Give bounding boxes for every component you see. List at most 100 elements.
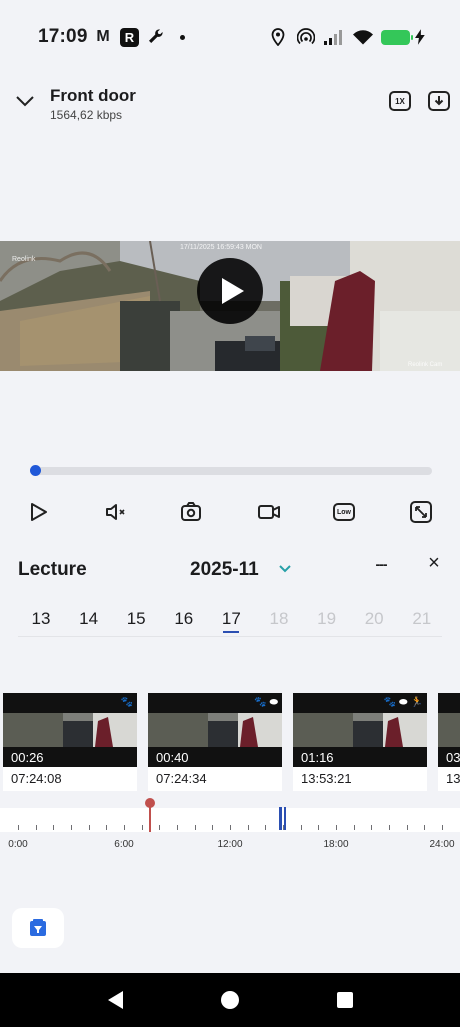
signal-icon [323, 28, 345, 46]
clip-detection-badges: 🐾 [121, 697, 133, 709]
quality-button[interactable]: Low [331, 500, 357, 524]
clip-start-time: 07:24:08 [3, 767, 137, 791]
clip-card[interactable]: 🐾 ⬬ 00:40 07:24:34 [148, 693, 282, 791]
nav-home-icon[interactable] [219, 990, 241, 1010]
filter-icon [30, 919, 46, 936]
clip-thumbnail-image [3, 713, 137, 747]
mute-button[interactable] [103, 500, 129, 524]
timeline-tick [18, 825, 19, 830]
clip-card[interactable]: 🐾 00:26 07:24:08 [3, 693, 137, 791]
timeline-tick [265, 825, 267, 830]
clip-thumbnail: 🐾 ⬬ 00:40 [148, 693, 282, 767]
recording-timeline[interactable]: 0:00 6:00 12:00 18:00 24:00 [0, 798, 460, 860]
timeline-event-marker[interactable] [280, 807, 283, 830]
download-button[interactable] [428, 91, 450, 111]
close-button[interactable]: × [424, 553, 444, 573]
clip-thumbnail-image [293, 713, 427, 747]
timeline-label: 6:00 [114, 839, 134, 850]
day-18: 18 [269, 609, 289, 628]
day-15[interactable]: 15 [113, 609, 159, 629]
download-icon [434, 96, 444, 106]
timeline-tick [88, 825, 90, 830]
system-nav-bar [0, 973, 460, 1027]
battery-charging-icon [381, 28, 425, 46]
clip-duration: 01:16 [301, 750, 334, 765]
clip-card[interactable]: 🐾 ⬬ 🏃 01:16 13:53:21 [293, 693, 427, 791]
timeline-tick [389, 825, 390, 830]
day-16[interactable]: 16 [161, 609, 207, 629]
fullscreen-button[interactable] [408, 500, 434, 524]
recordings-title: Lecture [18, 559, 87, 580]
camera-bitrate: 1564,62 kbps [50, 108, 123, 122]
timeline-tick [406, 825, 408, 830]
timeline-label: 0:00 [8, 839, 28, 850]
video-timestamp: 17/11/2025 16:59:43 MON [180, 244, 262, 251]
fullscreen-icon [410, 501, 432, 523]
month-selector[interactable]: 2025-11 [190, 559, 259, 581]
clip-duration: 00:26 [11, 750, 44, 765]
chevron-down-icon[interactable] [277, 562, 293, 576]
timeline-tick [106, 825, 108, 830]
wrench-icon [146, 28, 166, 46]
record-clip-button[interactable] [256, 500, 282, 524]
status-bar: 17:09 M R [0, 0, 460, 74]
clip-list: 🐾 00:26 07:24:08 🐾 ⬬ 00:40 07:24:34 🐾 ⬬ 🏃 01:16 13:… [0, 693, 460, 791]
day-selector: 13 14 15 16 17 18 19 20 21 [18, 609, 442, 639]
timeline-tick [336, 825, 337, 830]
clip-thumbnail-image [148, 713, 282, 747]
camera-title: Front door [50, 86, 136, 105]
timeline-tick [371, 825, 373, 830]
collapse-chevron-icon[interactable] [14, 90, 36, 112]
day-13[interactable]: 13 [18, 609, 64, 629]
gmail-icon: M [96, 28, 110, 45]
play-button[interactable] [25, 500, 51, 524]
paw-icon: 🐾 [383, 697, 396, 708]
clip-thumbnail-image [438, 713, 460, 747]
location-icon [270, 28, 286, 46]
timeline-playhead[interactable] [144, 798, 155, 832]
clip-detection-badges: 🐾 ⬬ [254, 697, 278, 709]
clip-start-time: 07:24:34 [148, 767, 282, 791]
selected-day-indicator [223, 631, 240, 633]
timeline-tick [141, 825, 143, 830]
clip-duration: 00:40 [156, 750, 189, 765]
nav-recents-icon[interactable] [334, 990, 356, 1010]
timeline-label: 24:00 [429, 839, 455, 850]
timeline-tick [230, 825, 231, 830]
paw-icon: 🐾 [254, 697, 267, 708]
wifi-icon [352, 28, 374, 46]
r-app-icon: R [120, 28, 139, 47]
timeline-tick [300, 825, 302, 830]
timeline-label: 12:00 [217, 839, 243, 850]
video-corner-watermark: Reolink Cam [408, 362, 443, 368]
day-14[interactable]: 14 [66, 609, 112, 629]
clip-thumbnail: 🐾 00:26 [3, 693, 137, 767]
video-progress-bar[interactable] [30, 467, 432, 475]
nav-back-icon[interactable] [105, 990, 127, 1010]
timeline-tick [424, 825, 426, 830]
timeline-tick [35, 825, 37, 830]
clip-detection-badges: 🐾 ⬬ 🏃 [384, 697, 423, 709]
clip-start-time: 13 [438, 767, 460, 791]
playback-speed-button[interactable]: 1X [389, 91, 411, 111]
video-camera-icon [258, 505, 280, 519]
day-17[interactable]: 17 [208, 609, 254, 633]
video-progress-thumb[interactable] [30, 465, 41, 476]
camera-icon [181, 502, 201, 521]
day-20: 20 [364, 609, 384, 628]
timeline-tick [212, 825, 214, 830]
day-divider [18, 636, 442, 637]
day-19: 19 [317, 609, 337, 628]
video-play-button[interactable] [197, 258, 263, 324]
clip-thumbnail: 03 [438, 693, 460, 767]
snapshot-button[interactable] [178, 500, 204, 524]
paw-icon: 🐾 [120, 697, 133, 708]
clip-card[interactable]: 03 13 [438, 693, 460, 791]
timeline-playhead-handle[interactable] [144, 798, 155, 808]
vehicle-icon: ⬬ [269, 697, 278, 708]
timeline-tick [53, 825, 55, 830]
clip-duration: 03 [446, 750, 460, 765]
timeline-event-marker[interactable] [283, 807, 286, 830]
more-options-button[interactable]: --- [366, 556, 396, 574]
filter-button[interactable] [12, 908, 64, 948]
